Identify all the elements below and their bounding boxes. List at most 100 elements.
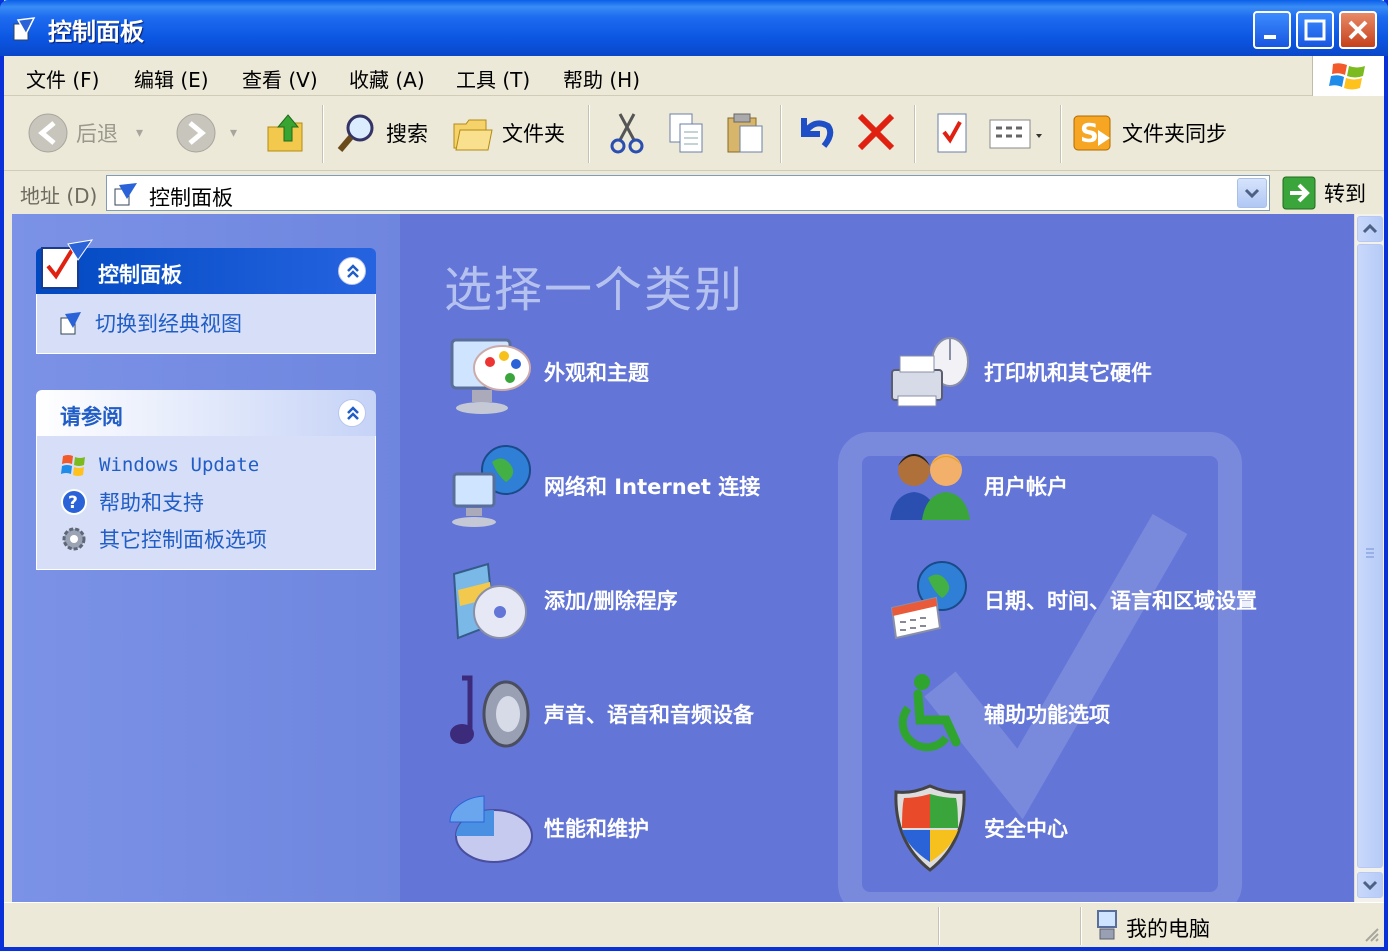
- address-value: 控制面板: [149, 186, 233, 210]
- delete-icon: [857, 113, 895, 151]
- switch-classic-view-label: 切换到经典视图: [95, 311, 242, 336]
- up-folder-icon: [267, 114, 303, 152]
- category-view: 选择一个类别 外观和主题 网络和 Internet 连接 添加/删除程序 声音、…: [400, 214, 1354, 902]
- folders-icon: [453, 119, 493, 151]
- category-accessibility-label: 辅助功能选项: [984, 703, 1110, 727]
- go-label: 转到: [1324, 182, 1366, 206]
- see-also-box-header[interactable]: 请参阅: [36, 390, 376, 436]
- title-bar[interactable]: 控制面板: [0, 0, 1388, 56]
- help-support-link[interactable]: ? 帮助和支持: [59, 483, 375, 520]
- control-panel-box-header[interactable]: 控制面板: [36, 239, 376, 294]
- address-bar: 地址 (D) 控制面板 转到: [4, 172, 1384, 214]
- category-performance-maintenance[interactable]: 性能和维护: [444, 780, 649, 876]
- collapse-button[interactable]: [338, 257, 366, 285]
- windows-update-link[interactable]: Windows Update: [59, 446, 375, 483]
- control-panel-window: 控制面板 文件 (F) 编辑 (E) 查看 (V) 收藏 (A) 工具 (T) …: [0, 0, 1388, 951]
- address-field[interactable]: 控制面板: [106, 175, 1270, 211]
- folders-button[interactable]: 文件夹: [450, 107, 565, 159]
- menu-edit[interactable]: 编辑 (E): [134, 64, 209, 93]
- control-panel-large-icon: [41, 239, 94, 289]
- gear-icon: [62, 527, 86, 550]
- folder-sync-button[interactable]: S 文件夹同步: [1070, 107, 1227, 159]
- menu-file[interactable]: 文件 (F): [26, 64, 99, 93]
- search-button[interactable]: 搜索: [334, 107, 428, 159]
- category-add-remove-programs[interactable]: 添加/删除程序: [444, 552, 678, 648]
- scroll-thumb[interactable]: [1357, 244, 1383, 868]
- undo-icon: [801, 118, 834, 148]
- control-panel-icon: [13, 17, 36, 41]
- category-printers-hardware[interactable]: 打印机和其它硬件: [884, 324, 1152, 420]
- category-user-accounts[interactable]: 用户帐户: [884, 438, 1068, 534]
- search-label: 搜索: [386, 122, 428, 146]
- paste-button[interactable]: [722, 107, 768, 159]
- double-chevron-up-icon: [347, 406, 359, 420]
- category-security-center[interactable]: 安全中心: [884, 780, 1068, 876]
- see-also-body: Windows Update ? 帮助和支持 其它控制面板选项: [36, 436, 376, 570]
- up-folder-button[interactable]: [262, 107, 310, 159]
- forward-button[interactable]: ▾: [174, 107, 237, 159]
- svg-text:?: ?: [68, 493, 78, 513]
- folders-label: 文件夹: [502, 122, 565, 146]
- back-button[interactable]: 后退 ▾: [26, 107, 143, 159]
- toolbar: 后退 ▾ ▾ 搜索 文件夹 S 文件夹同步: [4, 97, 1384, 171]
- menu-tools[interactable]: 工具 (T): [456, 64, 530, 93]
- control-panel-box-title: 控制面板: [98, 263, 182, 287]
- add-remove-programs-icon: [452, 562, 527, 640]
- category-sound-audio[interactable]: 声音、语音和音频设备: [444, 666, 754, 762]
- category-security-label: 安全中心: [984, 817, 1068, 841]
- see-also-collapse-button[interactable]: [338, 399, 366, 427]
- status-bar: 我的电脑: [4, 902, 1384, 947]
- user-accounts-icon: [890, 454, 970, 520]
- views-button[interactable]: [986, 107, 1046, 159]
- page-heading: 选择一个类别: [444, 262, 745, 318]
- svg-text:S: S: [1080, 119, 1099, 149]
- menu-help[interactable]: 帮助 (H): [563, 64, 640, 93]
- minimize-button[interactable]: [1253, 11, 1291, 49]
- forward-dropdown-icon[interactable]: ▾: [230, 125, 237, 141]
- scroll-down-button[interactable]: [1357, 872, 1383, 898]
- date-time-globe-icon: [890, 561, 967, 640]
- category-network-internet[interactable]: 网络和 Internet 连接: [444, 438, 760, 534]
- forward-arrow-icon: [176, 113, 216, 153]
- content-area: 控制面板 切换到经典视图 请参阅 Windows Update ? 帮助和支持 …: [12, 214, 1354, 902]
- windows-logo: [1312, 56, 1384, 96]
- properties-button[interactable]: [930, 107, 976, 159]
- control-panel-box: 控制面板 切换到经典视图: [36, 239, 376, 354]
- control-panel-small-icon: [114, 183, 137, 206]
- cut-button[interactable]: [604, 107, 650, 159]
- switch-classic-view-link[interactable]: 切换到经典视图: [59, 304, 375, 341]
- close-icon: [1348, 20, 1368, 40]
- task-pane: 控制面板 切换到经典视图 请参阅 Windows Update ? 帮助和支持 …: [12, 214, 400, 902]
- vertical-scrollbar[interactable]: [1354, 214, 1384, 902]
- performance-pie-icon: [449, 795, 533, 863]
- classic-view-icon: [60, 311, 81, 334]
- network-globe-icon: [452, 445, 531, 527]
- delete-button[interactable]: [854, 107, 900, 159]
- cut-icon: [610, 113, 644, 154]
- views-icon: [989, 119, 1042, 149]
- resize-grip-icon[interactable]: [1362, 925, 1380, 943]
- back-dropdown-icon[interactable]: ▾: [136, 125, 143, 141]
- sound-speaker-icon: [450, 675, 530, 748]
- menu-view[interactable]: 查看 (V): [242, 64, 318, 93]
- menu-favorites[interactable]: 收藏 (A): [349, 64, 425, 93]
- category-date-time-region[interactable]: 日期、时间、语言和区域设置: [884, 552, 1257, 648]
- other-options-link[interactable]: 其它控制面板选项: [59, 520, 375, 557]
- grip-icon: [1366, 548, 1374, 558]
- address-dropdown-button[interactable]: [1237, 178, 1267, 208]
- go-button[interactable]: 转到: [1282, 176, 1366, 210]
- maximize-button[interactable]: [1296, 11, 1334, 49]
- menu-bar: 文件 (F) 编辑 (E) 查看 (V) 收藏 (A) 工具 (T) 帮助 (H…: [4, 56, 1384, 96]
- copy-icon: [669, 113, 703, 153]
- close-button[interactable]: [1339, 11, 1377, 49]
- scroll-up-button[interactable]: [1357, 216, 1383, 242]
- window-title: 控制面板: [48, 18, 144, 46]
- my-computer-icon: [1097, 910, 1117, 940]
- chevron-down-icon: [1362, 880, 1378, 891]
- back-label: 后退: [76, 122, 118, 146]
- category-appearance-themes[interactable]: 外观和主题: [444, 324, 649, 420]
- status-location: 我的电脑: [1126, 917, 1210, 941]
- undo-button[interactable]: [792, 107, 838, 159]
- copy-button[interactable]: [664, 107, 710, 159]
- category-accessibility[interactable]: 辅助功能选项: [884, 666, 1110, 762]
